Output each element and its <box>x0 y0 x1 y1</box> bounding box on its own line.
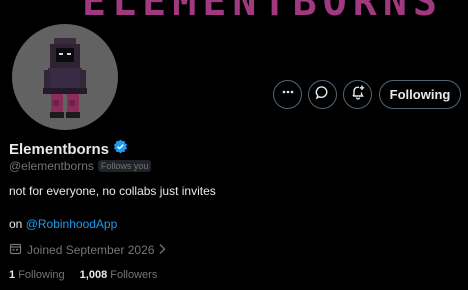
followers-stat[interactable]: 1,008 Followers <box>80 269 158 281</box>
followers-label: Followers <box>110 269 158 281</box>
display-name-row: Elementborns <box>9 139 128 159</box>
handle-row: @elementborns Follows you <box>9 159 152 173</box>
notify-button[interactable] <box>343 80 372 109</box>
avatar-image <box>12 24 118 130</box>
more-icon <box>281 85 295 104</box>
notify-bell-icon <box>350 84 366 105</box>
follows-you-badge: Follows you <box>97 160 152 172</box>
bio-mention-prefix: on <box>9 217 26 231</box>
follow-stats: 1 Following 1,008 Followers <box>9 269 172 281</box>
banner-text: ELEMENTBORNS <box>82 0 443 25</box>
followers-count: 1,008 <box>79 269 108 281</box>
verified-badge-icon[interactable] <box>109 139 128 159</box>
following-label: Following <box>18 269 65 281</box>
more-button[interactable] <box>273 80 302 109</box>
following-count: 1 <box>9 269 16 281</box>
display-name: Elementborns <box>9 140 110 158</box>
message-icon <box>315 85 330 105</box>
avatar[interactable] <box>8 20 122 134</box>
joined-date: Joined September 2026 <box>27 243 155 257</box>
following-stat[interactable]: 1 Following <box>9 269 65 281</box>
chevron-right-icon <box>158 243 171 258</box>
calendar-icon <box>9 242 27 258</box>
following-button[interactable]: Following <box>379 80 461 109</box>
bio-mention-link[interactable]: @RobinhoodApp <box>26 217 118 231</box>
joined-date-row[interactable]: Joined September 2026 <box>9 242 171 258</box>
user-handle: @elementborns <box>9 159 94 173</box>
profile-bio: not for everyone, no collabs just invite… <box>9 184 216 198</box>
message-button[interactable] <box>308 80 337 109</box>
bio-mention-line: on @RobinhoodApp <box>9 217 117 231</box>
